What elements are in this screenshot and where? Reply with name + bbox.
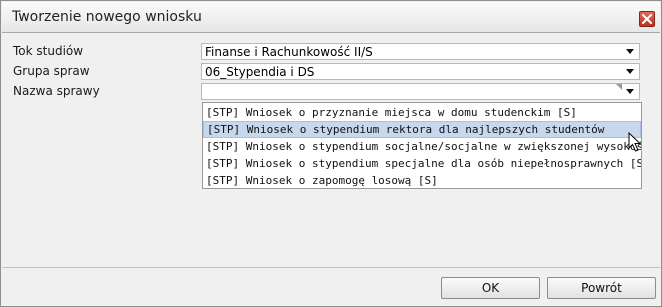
dropdown-item[interactable]: [STP] Wniosek o przyznanie miejsca w dom…: [203, 104, 641, 121]
tok-studiow-value: Finanse i Rachunkowość II/S: [205, 45, 373, 59]
title-bar[interactable]: Tworzenie nowego wniosku: [2, 2, 660, 33]
chevron-down-icon: [626, 89, 634, 94]
grupa-spraw-value: 06_Stypendia i DS: [205, 65, 315, 79]
dropdown-item[interactable]: [STP] Wniosek o stypendium specjalne dla…: [203, 155, 641, 172]
tok-studiow-label: Tok studiów: [13, 44, 84, 58]
tok-studiow-dropdown-button[interactable]: [623, 45, 637, 58]
nazwa-sprawy-dropdown-list: [STP] Wniosek o przyznanie miejsca w dom…: [202, 102, 642, 189]
ok-button[interactable]: OK: [441, 277, 540, 299]
mouse-pointer-icon: [628, 131, 642, 156]
tok-studiow-select[interactable]: Finanse i Rachunkowość II/S: [201, 43, 640, 60]
grupa-spraw-dropdown-button[interactable]: [623, 65, 637, 78]
nazwa-sprawy-select[interactable]: [201, 83, 640, 100]
dropdown-item[interactable]: [STP] Wniosek o zapomogę losową [S]: [203, 172, 641, 189]
nazwa-sprawy-label: Nazwa sprawy: [13, 84, 100, 98]
back-button[interactable]: Powrót: [547, 277, 656, 299]
button-bar: OK Powrót: [2, 267, 660, 306]
dialog-title: Tworzenie nowego wniosku: [12, 9, 202, 25]
required-corner-mark: [616, 84, 622, 90]
grupa-spraw-select[interactable]: 06_Stypendia i DS: [201, 63, 640, 80]
nazwa-sprawy-dropdown-button[interactable]: [623, 85, 637, 98]
chevron-down-icon: [626, 69, 634, 74]
dropdown-item[interactable]: [STP] Wniosek o stypendium socjalne/socj…: [203, 138, 641, 155]
grupa-spraw-label: Grupa spraw: [13, 64, 90, 78]
new-application-dialog: Tworzenie nowego wniosku Tok studiów Fin…: [0, 0, 662, 307]
close-icon: [642, 14, 652, 24]
close-button[interactable]: [639, 11, 655, 27]
dropdown-item-selected[interactable]: [STP] Wniosek o stypendium rektora dla n…: [203, 121, 641, 138]
chevron-down-icon: [626, 49, 634, 54]
